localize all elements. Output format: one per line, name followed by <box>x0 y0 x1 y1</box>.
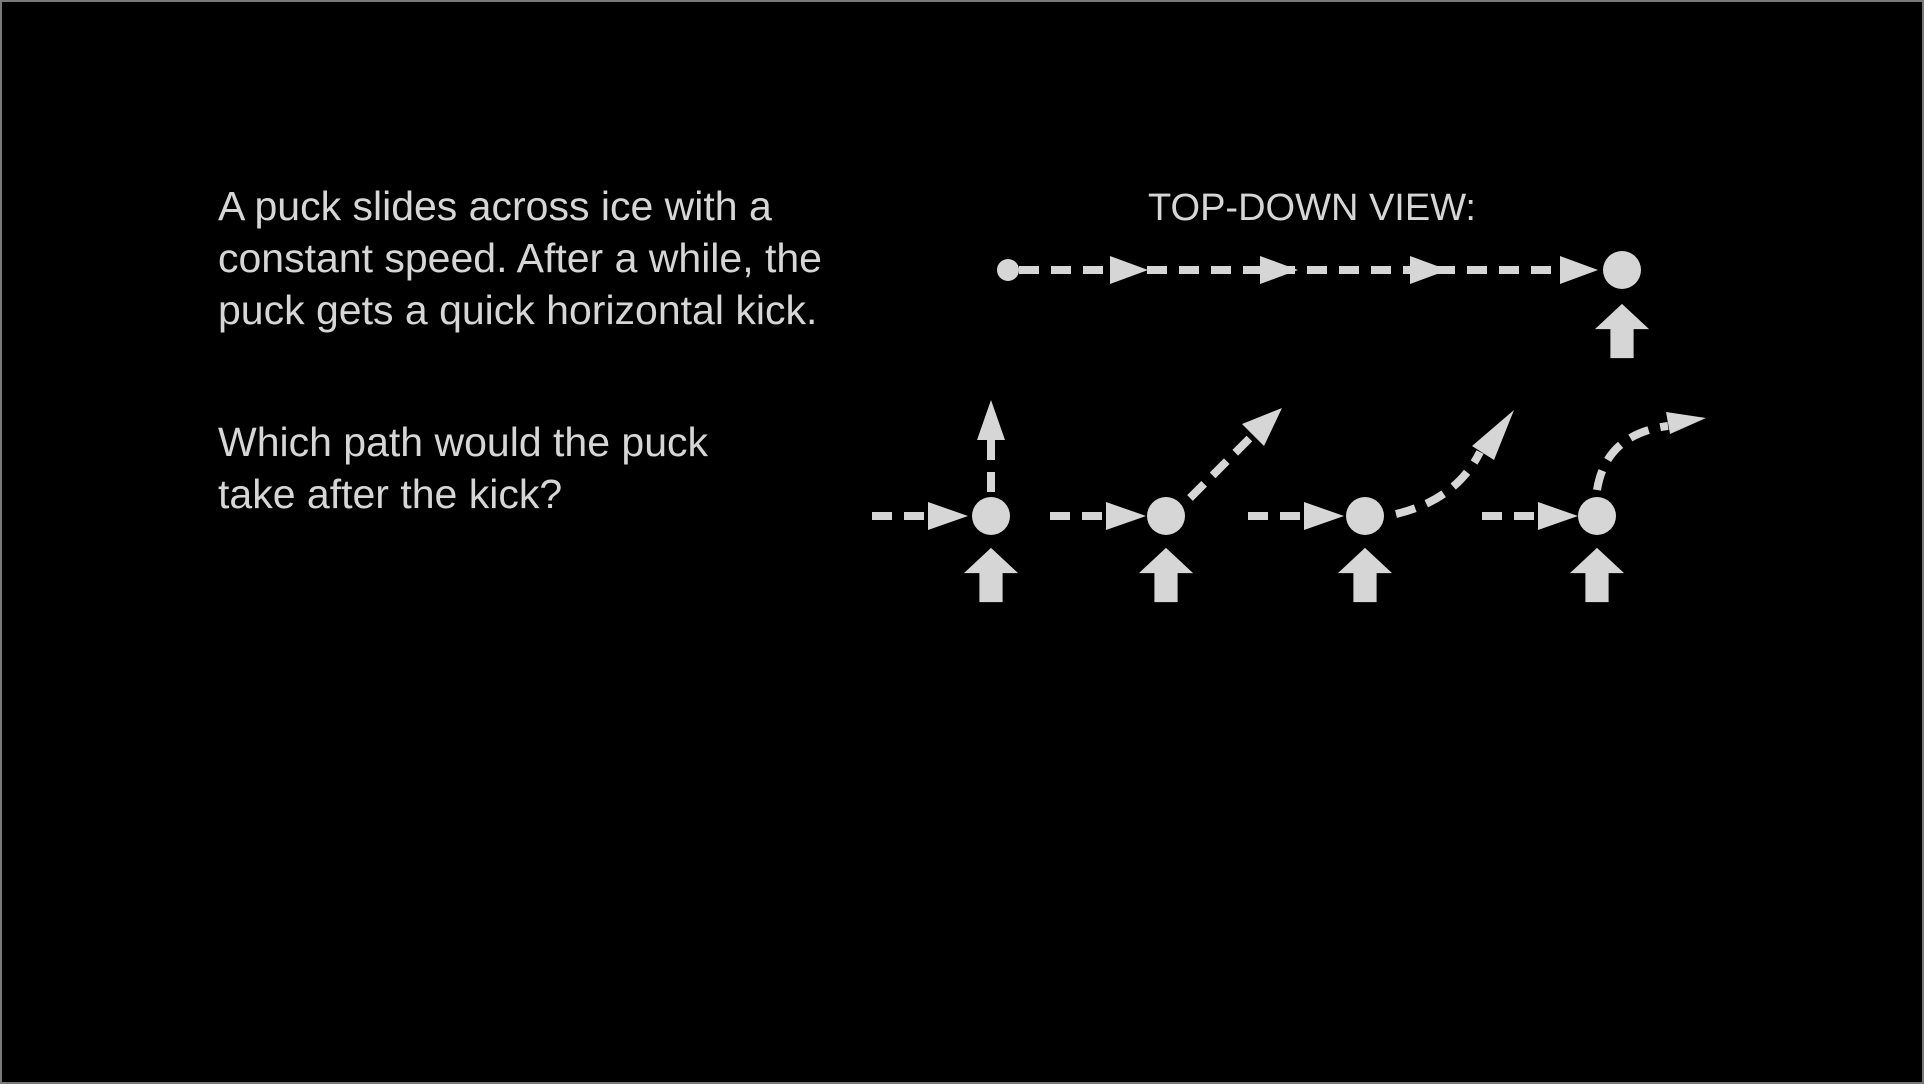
motion-arrowhead-icon <box>1666 412 1706 434</box>
kick-arrow-icon <box>1594 303 1650 359</box>
motion-arrowhead-icon <box>977 400 1005 440</box>
path-option-4[interactable] <box>1482 412 1706 603</box>
path-option-1[interactable] <box>872 400 1019 603</box>
motion-arrowhead-icon <box>1260 256 1298 284</box>
top-down-motion-path <box>997 251 1650 359</box>
path-option-2[interactable] <box>1050 408 1282 603</box>
motion-arrowhead-icon <box>1560 256 1598 284</box>
motion-arrowhead-icon <box>1110 256 1148 284</box>
puck-icon <box>1578 497 1616 535</box>
puck-icon <box>1147 497 1185 535</box>
motion-arrowhead-icon <box>1538 502 1578 530</box>
puck-diagram <box>872 251 1706 603</box>
path-option-3[interactable] <box>1248 410 1514 603</box>
motion-arrowhead-icon <box>1410 256 1448 284</box>
motion-arrowhead-icon <box>1106 502 1146 530</box>
motion-arrowhead-icon <box>1304 502 1344 530</box>
slide: A puck slides across ice with a constant… <box>0 0 1924 1084</box>
kick-arrow-icon <box>963 547 1019 603</box>
motion-arrowhead-icon <box>928 502 968 530</box>
puck-icon <box>1346 497 1384 535</box>
kick-arrow-icon <box>1569 547 1625 603</box>
puck-icon <box>972 497 1010 535</box>
puck-start-dot <box>997 259 1019 281</box>
kick-arrow-icon <box>1337 547 1393 603</box>
kick-arrow-icon <box>1138 547 1194 603</box>
puck-icon <box>1603 251 1641 289</box>
